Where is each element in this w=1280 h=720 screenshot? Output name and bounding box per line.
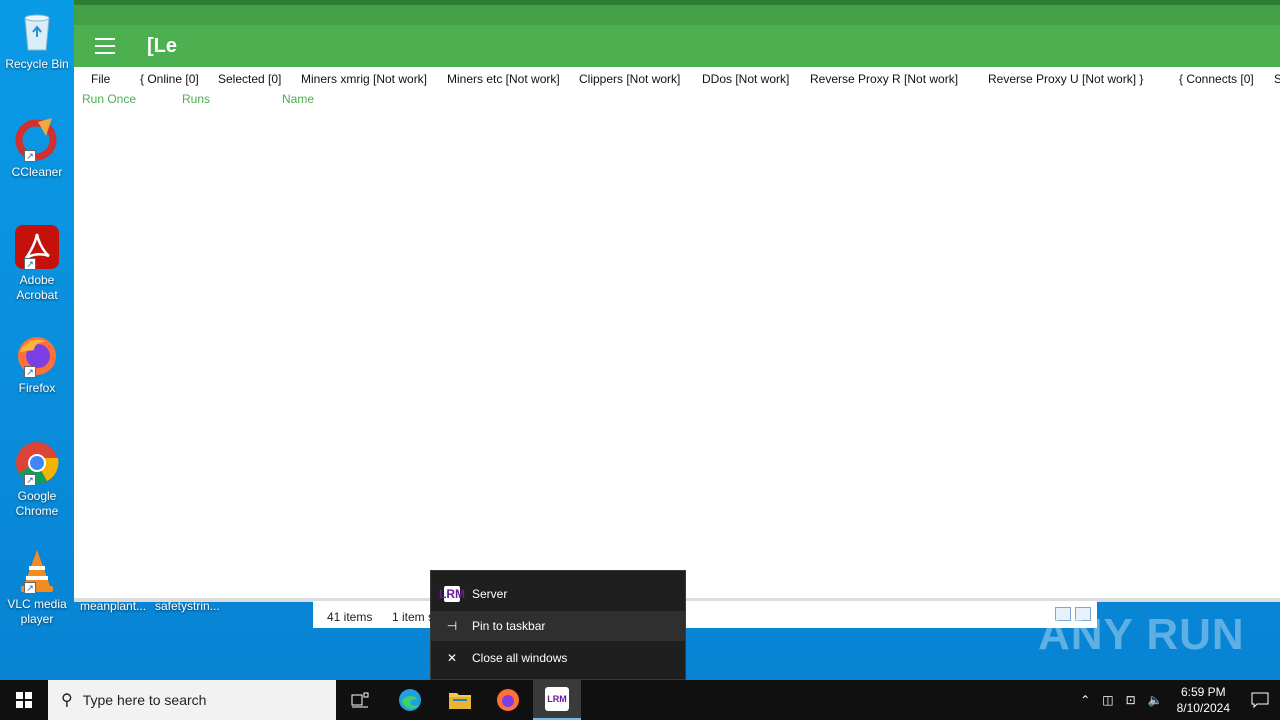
clock[interactable]: 6:59 PM 8/10/2024 <box>1177 684 1230 716</box>
menu-miners-etc[interactable]: Miners etc [Not work] <box>447 72 560 86</box>
desktop-icon-label: Google Chrome <box>15 489 59 518</box>
taskbar-edge[interactable] <box>386 680 434 720</box>
desktop-icon-label: CCleaner <box>11 165 63 179</box>
start-button[interactable] <box>0 680 48 720</box>
column-name[interactable]: Name <box>282 92 314 106</box>
item-count: 41 items <box>327 610 373 624</box>
app-titlebar <box>74 5 1280 25</box>
task-view-icon <box>351 692 369 708</box>
menu-overflow[interactable]: S <box>1274 72 1280 86</box>
menu-online[interactable]: { Online [0] <box>140 72 199 86</box>
desktop-icon-label: VLC media player <box>7 597 67 626</box>
menu-connects[interactable]: { Connects [0] <box>1179 72 1254 86</box>
menu-clippers[interactable]: Clippers [Not work] <box>579 72 680 86</box>
network-icon[interactable]: ⊡ <box>1126 693 1136 707</box>
shortcut-arrow-icon: ↗ <box>24 474 36 486</box>
taskbar-jump-list: LRM Server ⊣ Pin to taskbar ✕ Close all … <box>430 570 686 680</box>
system-tray: ⌃ ◫ ⊡ 🔈 6:59 PM 8/10/2024 <box>1074 680 1280 720</box>
anyrun-watermark: ANY RUN <box>1038 610 1245 659</box>
ccleaner-icon: ↗ <box>14 116 60 162</box>
menu-miners-xmrig[interactable]: Miners xmrig [Not work] <box>301 72 427 86</box>
desktop-icon-vlc[interactable]: ↗ VLC media player <box>2 548 72 627</box>
app-logo: [Le <box>147 34 177 57</box>
notification-center-icon[interactable] <box>1240 680 1280 720</box>
desktop-icon-label: Adobe Acrobat <box>16 273 58 302</box>
menu-selected[interactable]: Selected [0] <box>218 72 281 86</box>
taskbar-file-explorer[interactable] <box>436 680 484 720</box>
folder-icon <box>449 693 471 709</box>
volume-icon[interactable]: 🔈 <box>1148 693 1163 707</box>
desktop-icon-recycle-bin[interactable]: Recycle Bin <box>2 8 72 72</box>
edge-icon <box>399 689 421 711</box>
task-view-button[interactable] <box>336 680 384 720</box>
app-window: [Le <box>74 0 1280 600</box>
jump-list-label: Pin to taskbar <box>472 619 546 633</box>
desktop-icon-google-chrome[interactable]: ↗ Google Chrome <box>2 440 72 519</box>
desktop-file-safetystrin[interactable]: safetystrin... <box>155 599 220 613</box>
shortcut-arrow-icon: ↗ <box>24 366 36 378</box>
jump-list-label: Close all windows <box>472 651 568 665</box>
close-all-windows-item[interactable]: ✕ Close all windows <box>431 643 685 673</box>
vlc-icon: ↗ <box>14 548 60 594</box>
menu-reverse-proxy-u[interactable]: Reverse Proxy U [Not work] } <box>988 72 1143 86</box>
shortcut-arrow-icon: ↗ <box>24 150 36 162</box>
jump-list-label: Server <box>472 587 508 601</box>
lrm-app-icon: LRM <box>439 586 465 602</box>
shortcut-arrow-icon: ↗ <box>24 582 36 594</box>
chevron-up-icon[interactable]: ⌃ <box>1080 693 1090 707</box>
tab-run-once[interactable]: Run Once <box>82 92 136 106</box>
meet-now-icon[interactable]: ◫ <box>1102 693 1113 707</box>
search-placeholder: Type here to search <box>82 692 207 708</box>
search-icon: ⚲ <box>61 692 73 709</box>
clock-date: 8/10/2024 <box>1176 701 1230 715</box>
pin-to-taskbar-item[interactable]: ⊣ Pin to taskbar <box>431 611 685 641</box>
menu-ddos[interactable]: DDos [Not work] <box>702 72 789 86</box>
desktop-icon-adobe-acrobat[interactable]: ↗ Adobe Acrobat <box>2 224 72 303</box>
pin-icon: ⊣ <box>446 619 458 633</box>
desktop-icon-label: Recycle Bin <box>5 57 69 71</box>
chrome-icon: ↗ <box>14 440 60 486</box>
taskbar-firefox[interactable] <box>484 680 532 720</box>
menu-reverse-proxy-r[interactable]: Reverse Proxy R [Not work] <box>810 72 958 86</box>
selected-count: 1 item s <box>392 610 435 624</box>
hamburger-menu-icon[interactable] <box>95 38 115 54</box>
desktop-icon-ccleaner[interactable]: ↗ CCleaner <box>2 116 72 180</box>
firefox-icon: ↗ <box>14 332 60 378</box>
close-icon: ✕ <box>446 651 458 665</box>
lrm-app-icon: LRM <box>545 687 569 711</box>
desktop-file-meanplant[interactable]: meanplant... <box>80 599 146 613</box>
jump-list-item-server[interactable]: LRM Server <box>431 579 685 609</box>
menu-file[interactable]: File <box>91 72 110 86</box>
clock-time: 6:59 PM <box>1180 685 1226 699</box>
app-header: [Le <box>74 25 1280 67</box>
shortcut-arrow-icon: ↗ <box>24 258 36 270</box>
windows-logo-icon <box>16 692 32 708</box>
taskbar-lrm-app[interactable]: LRM <box>533 680 581 720</box>
desktop-icon-label: Firefox <box>18 381 56 395</box>
taskbar-search-box[interactable]: ⚲ Type here to search <box>48 680 336 720</box>
adobe-acrobat-icon: ↗ <box>14 224 60 270</box>
firefox-icon <box>497 689 519 711</box>
taskbar: ⚲ Type here to search LRM ⌃ ◫ ⊡ 🔈 6:59 P… <box>0 680 1280 720</box>
tab-runs[interactable]: Runs <box>182 92 210 106</box>
recycle-bin-icon <box>14 8 60 54</box>
desktop-icon-firefox[interactable]: ↗ Firefox <box>2 332 72 396</box>
